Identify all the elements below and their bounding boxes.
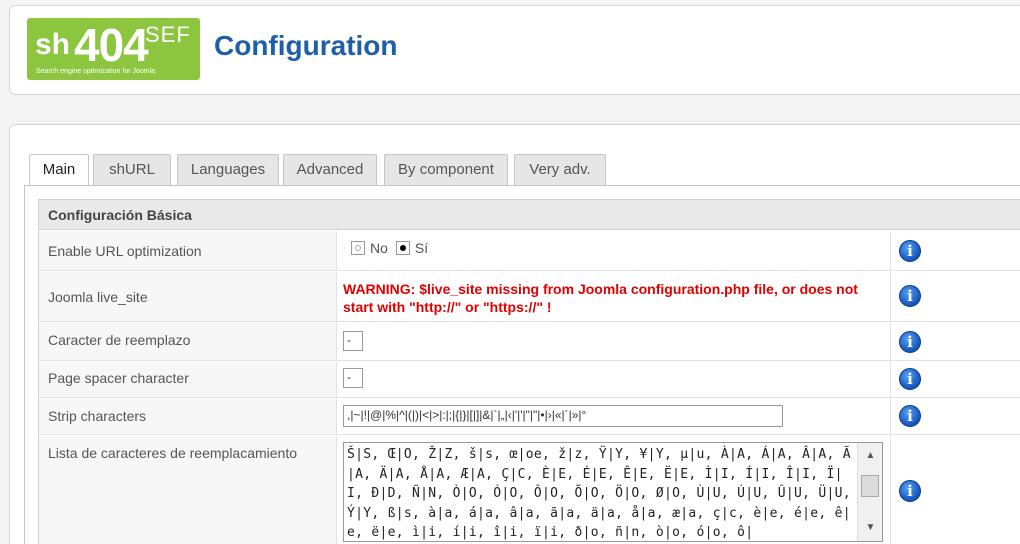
page-spacer-input[interactable]: -: [343, 368, 363, 388]
replacement-list-textarea[interactable]: Š|S, Œ|O, Ž|Z, š|s, œ|oe, ž|z, Ÿ|Y, ¥|Y,…: [343, 442, 883, 542]
tab-by-component[interactable]: By component: [384, 154, 508, 185]
strip-characters-input[interactable]: ,|~|!|@|%|^|(|)|<|>|:|;|{|}|[|]|&|`|„|‹|…: [343, 405, 783, 427]
page-title: Configuration: [214, 30, 398, 61]
replacement-char-info-cell: i: [890, 323, 1020, 360]
tab-very-adv[interactable]: Very adv.: [514, 154, 606, 185]
sh404sef-logo: sh 404 SEF Search engine optimization fo…: [27, 18, 200, 80]
url-optimization-label: Enable URL optimization: [48, 243, 202, 259]
row-replacement-list: Lista de caracteres de reemplacamiento Š…: [39, 436, 1020, 544]
tab-shurl[interactable]: shURL: [93, 154, 171, 185]
info-icon[interactable]: i: [899, 368, 921, 390]
page-spacer-label: Page spacer character: [48, 370, 189, 386]
replacement-list-info-cell: i: [890, 436, 1020, 544]
row-live-site: Joomla live_site WARNING: $live_site mis…: [39, 272, 1020, 322]
info-icon[interactable]: i: [899, 331, 921, 353]
scroll-up-arrow-icon[interactable]: ▲: [858, 445, 882, 467]
logo-sh: sh: [35, 28, 71, 61]
live-site-value-cell: WARNING: $live_site missing from Joomla …: [336, 272, 891, 321]
tab-divider: [24, 185, 1020, 186]
page-spacer-info-cell: i: [890, 362, 1020, 397]
tab-main[interactable]: Main: [29, 154, 89, 186]
logo-404: 404: [74, 19, 149, 71]
url-optimization-info-cell: i: [890, 231, 1020, 270]
row-url-optimization: Enable URL optimization No Sí i: [39, 231, 1020, 271]
info-icon[interactable]: i: [899, 405, 921, 427]
scroll-down-arrow-icon[interactable]: ▼: [858, 517, 882, 539]
scroll-thumb[interactable]: [861, 475, 879, 497]
tab-languages[interactable]: Languages: [177, 154, 279, 185]
info-icon[interactable]: i: [899, 480, 921, 502]
row-replacement-char: Caracter de reemplazo - i: [39, 323, 1020, 361]
replacement-list-value-cell: Š|S, Œ|O, Ž|Z, š|s, œ|oe, ž|z, Ÿ|Y, ¥|Y,…: [336, 436, 891, 544]
live-site-warning: WARNING: $live_site missing from Joomla …: [343, 281, 858, 315]
live-site-info-cell: i: [890, 272, 1020, 321]
strip-characters-label: Strip characters: [48, 408, 147, 424]
section-legend: Configuración Básica: [39, 200, 1020, 230]
live-site-label: Joomla live_site: [48, 289, 148, 305]
info-icon[interactable]: i: [899, 285, 921, 307]
logo-tagline: Search engine optimization for Joomla: [36, 68, 156, 75]
replacement-char-input[interactable]: -: [343, 331, 363, 351]
url-optimization-value-cell: No Sí: [336, 231, 891, 270]
radio-yes[interactable]: [395, 241, 410, 255]
info-icon[interactable]: i: [899, 240, 921, 262]
tab-advanced[interactable]: Advanced: [283, 154, 377, 185]
tab-panel-border: [24, 185, 25, 544]
replacement-char-value-cell: -: [336, 323, 891, 360]
page-spacer-value-cell: -: [336, 362, 891, 397]
replacement-list-text: Š|S, Œ|O, Ž|Z, š|s, œ|oe, ž|z, Ÿ|Y, ¥|Y,…: [347, 447, 851, 540]
replacement-list-label: Lista de caracteres de reemplacamiento: [48, 445, 298, 461]
row-page-spacer: Page spacer character - i: [39, 362, 1020, 398]
row-strip-characters: Strip characters ,|~|!|@|%|^|(|)|<|>|:|;…: [39, 399, 1020, 435]
radio-yes-label: Sí: [414, 240, 429, 256]
radio-no-label: No: [370, 240, 388, 256]
textarea-scrollbar[interactable]: ▲ ▼: [857, 443, 882, 541]
strip-characters-value-cell: ,|~|!|@|%|^|(|)|<|>|:|;|{|}|[|]|&|`|„|‹|…: [336, 399, 891, 434]
url-optimization-radio-group: No Sí: [351, 240, 436, 256]
logo-sef: SEF: [145, 22, 191, 47]
strip-characters-info-cell: i: [890, 399, 1020, 434]
radio-no[interactable]: [351, 241, 365, 255]
replacement-char-label: Caracter de reemplazo: [48, 332, 191, 348]
